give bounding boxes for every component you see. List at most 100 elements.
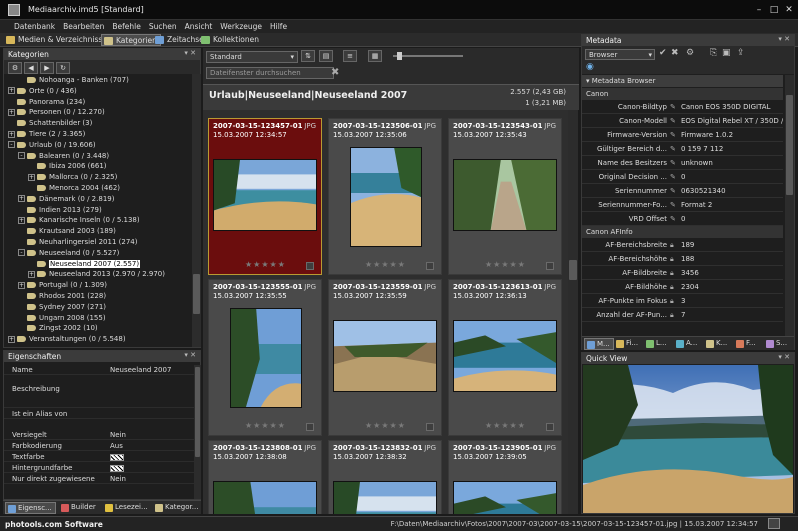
label-checkbox[interactable] — [546, 262, 554, 270]
tree-item[interactable]: Nohoanga - Banken (707) — [18, 76, 129, 85]
metadata-row[interactable]: AF-Punkte im Fokus 🔒︎ 3 — [582, 294, 783, 308]
tree-item[interactable]: + Orte (0 / 436) — [8, 87, 77, 96]
back-icon[interactable]: ◀ — [24, 62, 38, 74]
filter-input[interactable]: Dateifenster durchsuchen — [206, 67, 334, 79]
expand-toggle-icon[interactable]: + — [28, 270, 35, 278]
menu-datenbank[interactable]: Datenbank — [10, 20, 59, 31]
menu-hilfe[interactable]: Hilfe — [266, 20, 291, 31]
tree-item[interactable]: Krautsand 2003 (189) — [18, 227, 116, 236]
properties-scrollbar[interactable] — [194, 365, 201, 499]
tab-eigenschaften[interactable]: Eigensc... — [5, 502, 56, 514]
thumbnail-size-icon[interactable]: ▤ — [319, 50, 335, 62]
thumbnail-card[interactable]: 2007-03-15-123457-01 JPG 15.03.2007 12:34:… — [208, 118, 322, 275]
layout-icon[interactable]: ≡ — [343, 50, 359, 62]
expand-toggle-icon[interactable]: - — [8, 141, 15, 149]
tab-kategorien[interactable]: Kategorien — [101, 34, 161, 46]
metadata-group-header[interactable]: Canon — [582, 88, 783, 100]
menu-bearbeiten[interactable]: Bearbeiten — [59, 20, 108, 31]
thumbnail-image[interactable] — [230, 308, 302, 408]
rating-stars-icon[interactable]: ★★★★★ — [365, 421, 406, 430]
thumbnail-card[interactable]: 2007-03-15-123506-01 JPG 15.03.2007 12:35:… — [328, 118, 442, 275]
expand-toggle-icon[interactable]: - — [18, 249, 25, 257]
tree-item[interactable]: + Veranstaltungen (0 / 5.548) — [8, 335, 126, 344]
tab-medien[interactable]: Medien & Verzeichnisse — [4, 34, 110, 46]
pin-icon[interactable]: ▾ ✕ — [184, 351, 196, 359]
menu-ansicht[interactable]: Ansicht — [181, 20, 217, 31]
globe-icon[interactable]: ◉ — [586, 62, 594, 72]
pin-icon[interactable]: ▾ ✕ — [778, 353, 790, 361]
view-select[interactable]: Standard ▾ — [206, 51, 298, 63]
tree-item[interactable]: + Portugal (0 / 1.309) — [18, 281, 107, 290]
thumbnail-card[interactable]: 2007-03-15-123808-01 JPG 15.03.2007 12:38:… — [208, 440, 322, 514]
tree-item[interactable]: Indien 2013 (279) — [18, 206, 102, 215]
thumbnail-image[interactable] — [453, 320, 557, 392]
metadata-row[interactable]: AF-Bildbreite 🔒︎ 3456 — [582, 266, 783, 280]
label-checkbox[interactable] — [426, 423, 434, 431]
thumbnail-image[interactable] — [350, 147, 422, 247]
export-icon[interactable]: ⇪ — [737, 48, 745, 58]
metadata-tab[interactable]: K... — [704, 338, 730, 350]
status-icon[interactable] — [768, 518, 780, 529]
rating-stars-icon[interactable]: ★★★★★ — [245, 421, 286, 430]
tree-item[interactable]: Panorama (234) — [8, 98, 85, 107]
tree-item[interactable]: Ungarn 2008 (155) — [18, 314, 106, 323]
metadata-row[interactable]: Gültiger Bereich d... ✎ 0 159 7 112 — [582, 142, 783, 156]
settings-icon[interactable]: ⚙ — [8, 62, 22, 74]
property-row[interactable]: Name Neuseeland 2007 — [4, 365, 200, 375]
metadata-row[interactable]: Original Decision ... ✎ 0 — [582, 170, 783, 184]
expand-toggle-icon[interactable]: + — [8, 87, 15, 95]
thumbnail-card[interactable]: 2007-03-15-123555-01 JPG 15.03.2007 12:35:… — [208, 279, 322, 436]
metadata-tab[interactable]: M... — [584, 338, 614, 350]
copy-icon[interactable]: ⎘ — [710, 48, 717, 58]
expand-toggle-icon[interactable]: + — [8, 335, 15, 343]
zoom-slider-handle[interactable] — [397, 52, 402, 60]
thumbnail-image[interactable] — [453, 159, 557, 231]
tree-item[interactable]: Zingst 2002 (10) — [18, 324, 98, 333]
metadata-tab[interactable]: L... — [644, 338, 670, 350]
label-checkbox[interactable] — [306, 423, 314, 431]
tree-item[interactable]: Sydney 2007 (271) — [18, 303, 106, 312]
label-checkbox[interactable] — [546, 423, 554, 431]
sort-icon[interactable]: ⇅ — [301, 50, 317, 62]
property-row[interactable]: Versiegelt Nein — [4, 430, 200, 440]
rating-stars-icon[interactable]: ★★★★★ — [485, 260, 526, 269]
tree-scrollbar[interactable] — [192, 74, 201, 347]
thumbnail-image[interactable] — [453, 481, 557, 514]
metadata-row[interactable]: Firmware-Version ✎ Firmware 1.0.2 — [582, 128, 783, 142]
clear-filter-icon[interactable]: ✖ — [331, 67, 339, 78]
zoom-slider[interactable] — [393, 52, 463, 60]
rating-stars-icon[interactable]: ★★★★★ — [485, 421, 526, 430]
expand-toggle-icon[interactable]: + — [8, 108, 15, 116]
metadata-group-header[interactable]: Canon AFInfo — [582, 226, 783, 238]
metadata-browser-section[interactable]: ▾ Metadata Browser — [582, 75, 783, 87]
pin-icon[interactable]: ▾ ✕ — [184, 49, 196, 57]
thumbnail-image[interactable] — [213, 159, 317, 231]
metadata-scrollbar[interactable] — [785, 75, 794, 337]
tree-item[interactable]: + Mallorca (0 / 2.325) — [28, 173, 117, 182]
property-row[interactable]: Ist ein Alias von — [4, 409, 200, 419]
tab-lesezeichen[interactable]: Lesezei... — [103, 502, 151, 514]
metadata-row[interactable]: AF-Bereichsbreite 🔒︎ 189 — [582, 238, 783, 252]
tree-item[interactable]: + Personen (0 / 12.270) — [8, 108, 105, 117]
property-row[interactable]: Hintergrundfarbe — [4, 463, 200, 473]
apply-icon[interactable]: ✔ — [659, 48, 667, 58]
tree-item[interactable]: + Tiere (2 / 3.365) — [8, 130, 85, 139]
maximize-icon[interactable]: □ — [767, 4, 781, 16]
menu-befehle[interactable]: Befehle — [108, 20, 144, 31]
tree-item[interactable]: Neuseeland 2007 (2.557) — [28, 259, 141, 269]
expand-toggle-icon[interactable]: + — [18, 216, 25, 224]
property-row[interactable]: Nur direkt zugewiesene Nein — [4, 474, 200, 484]
grid-view-icon[interactable]: ▦ — [368, 50, 384, 62]
tree-item[interactable]: + Kanarische Inseln (0 / 5.138) — [18, 216, 140, 225]
metadata-view-select[interactable]: Browser ▾ — [585, 49, 655, 60]
thumbnail-card[interactable]: 2007-03-15-123905-01 JPG 15.03.2007 12:39:… — [448, 440, 562, 514]
metadata-row[interactable]: Seriennummer ✎ 0630521340 — [582, 184, 783, 198]
expand-toggle-icon[interactable]: + — [28, 173, 35, 181]
gallery-scrollbar[interactable] — [568, 110, 578, 514]
property-row[interactable]: Farbkodierung Aus — [4, 441, 200, 451]
text-color-swatch[interactable] — [110, 453, 124, 461]
expand-toggle-icon[interactable]: + — [8, 130, 15, 138]
tree-item[interactable]: + Dänemark (0 / 2.819) — [18, 195, 114, 204]
tree-item[interactable]: - Balearen (0 / 3.448) — [18, 152, 109, 161]
background-color-swatch[interactable] — [110, 464, 124, 472]
